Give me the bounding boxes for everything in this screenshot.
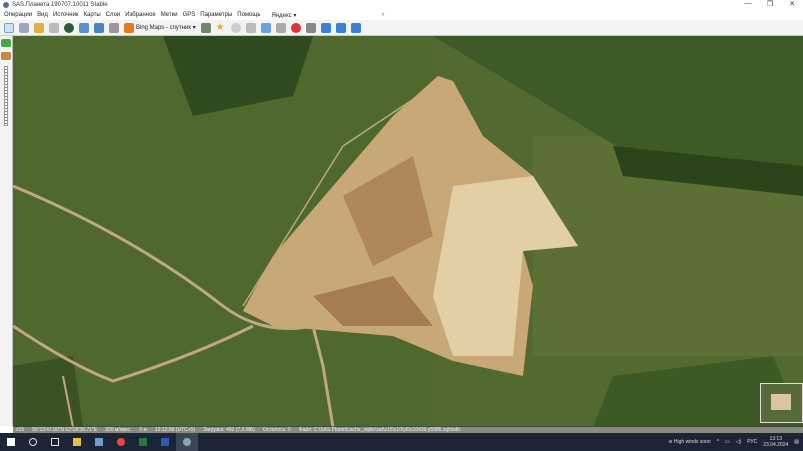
menu-maps[interactable]: Карты bbox=[84, 12, 101, 18]
map-source-dropdown[interactable]: Bing Maps - спутник ▾ bbox=[124, 22, 196, 33]
toolbar: Bing Maps - спутник ▾ ★ bbox=[0, 20, 803, 36]
menu-settings[interactable]: Параметры bbox=[200, 12, 232, 18]
app-icon bbox=[3, 2, 9, 8]
zoom-out-icon[interactable] bbox=[1, 52, 11, 60]
menu-source[interactable]: Источник bbox=[53, 12, 79, 18]
fullscreen-icon[interactable] bbox=[94, 22, 104, 33]
maximize-button[interactable]: ❐ bbox=[759, 0, 781, 8]
zoom-slider[interactable] bbox=[4, 66, 8, 126]
taskbar: ≋ High winds soon ^ ▭ ◁) РУС 13:13 23.04.… bbox=[0, 433, 803, 451]
gps-track-icon[interactable] bbox=[335, 22, 346, 33]
menu-operations[interactable]: Операции bbox=[4, 12, 32, 18]
explorer-button[interactable] bbox=[66, 433, 88, 451]
excel-icon bbox=[139, 438, 147, 446]
firefox-icon bbox=[117, 438, 125, 446]
folder-icon bbox=[73, 438, 81, 446]
minimap[interactable] bbox=[760, 383, 803, 423]
zoom-toolbar bbox=[0, 36, 13, 426]
gps-center-icon[interactable] bbox=[350, 22, 361, 33]
status-bar: z15 55°13'47.90"N 63°28'38.71"E 300 м/пи… bbox=[13, 426, 803, 433]
server-icon[interactable] bbox=[305, 22, 316, 33]
layers-icon[interactable] bbox=[109, 22, 119, 33]
app-icon bbox=[95, 438, 103, 446]
language-indicator[interactable]: РУС bbox=[747, 439, 757, 445]
zoom-level: z15 bbox=[16, 426, 25, 433]
task-view-button[interactable] bbox=[44, 433, 66, 451]
zoom-icon[interactable] bbox=[79, 22, 89, 33]
menu-marks[interactable]: Метки bbox=[161, 12, 178, 18]
gps-icon[interactable] bbox=[320, 22, 331, 33]
tile-path: Файл: C:\SAS.Planet\cache_sqlite\sat\z15… bbox=[298, 426, 461, 433]
sasplanet-icon bbox=[183, 438, 191, 446]
title-bar: SAS.Планета 190707.10011 Stable — ❐ ✕ bbox=[0, 0, 803, 10]
windows-icon bbox=[7, 438, 15, 446]
distance: 0 м bbox=[139, 426, 147, 433]
chevron-up-icon[interactable]: ^ bbox=[717, 439, 719, 445]
start-button[interactable] bbox=[0, 433, 22, 451]
stop-icon[interactable] bbox=[290, 22, 301, 33]
word-icon bbox=[161, 438, 169, 446]
zoom-in-icon[interactable] bbox=[1, 39, 11, 47]
menu-gps[interactable]: GPS bbox=[183, 12, 196, 18]
satellite-map[interactable] bbox=[13, 36, 803, 427]
select-tool-icon[interactable] bbox=[19, 22, 29, 33]
menu-bar: Операции Вид Источник Карты Слои Избранн… bbox=[0, 10, 803, 20]
window-title: SAS.Планета 190707.10011 Stable bbox=[12, 2, 108, 8]
word-button[interactable] bbox=[154, 433, 176, 451]
pointer-tool-icon[interactable] bbox=[4, 22, 14, 33]
app-button[interactable] bbox=[88, 433, 110, 451]
menu-favorites[interactable]: Избранное bbox=[125, 12, 155, 18]
menu-yandex[interactable]: Яндекс ▾ bbox=[271, 12, 296, 19]
sasplanet-button[interactable] bbox=[176, 433, 198, 451]
network-icon[interactable]: ▭ bbox=[725, 439, 730, 445]
pencil-icon[interactable] bbox=[34, 22, 44, 33]
close-button[interactable]: ✕ bbox=[781, 0, 803, 8]
menu-view[interactable]: Вид bbox=[37, 12, 48, 18]
globe-icon[interactable] bbox=[64, 22, 74, 33]
search-icon bbox=[29, 438, 37, 446]
system-tray: ≋ High winds soon ^ ▭ ◁) РУС 13:13 23.04.… bbox=[668, 433, 799, 451]
excel-button[interactable] bbox=[132, 433, 154, 451]
firefox-button[interactable] bbox=[110, 433, 132, 451]
clock[interactable]: 13:13 23.04.2024 bbox=[763, 436, 788, 448]
minimize-button[interactable]: — bbox=[737, 0, 759, 8]
path-icon[interactable] bbox=[245, 22, 256, 33]
menu-layers[interactable]: Слои bbox=[106, 12, 121, 18]
ruler-icon[interactable] bbox=[49, 22, 59, 33]
task-view-icon bbox=[51, 438, 59, 446]
loading: Загрузка: 492 (7,6 МБ) bbox=[203, 426, 255, 433]
remaining: Осталось: 0 bbox=[262, 426, 291, 433]
search-button[interactable] bbox=[22, 433, 44, 451]
overlay-icon[interactable] bbox=[200, 22, 211, 33]
time: 12:12:59 (UTC+5) bbox=[154, 426, 196, 433]
minimap-viewport bbox=[771, 394, 791, 410]
notifications-icon[interactable]: ▤ bbox=[794, 439, 799, 445]
coordinates: 55°13'47.90"N 63°28'38.71"E bbox=[32, 426, 98, 433]
volume-icon[interactable]: ◁) bbox=[736, 439, 742, 445]
bing-icon bbox=[124, 22, 134, 33]
scale: 300 м/пикс. bbox=[105, 426, 132, 433]
placemark-icon[interactable] bbox=[230, 22, 241, 33]
grid-icon[interactable] bbox=[275, 22, 286, 33]
weather-widget[interactable]: ≋ High winds soon bbox=[668, 439, 710, 445]
link-icon[interactable] bbox=[260, 22, 271, 33]
search-icon[interactable]: ⌕ bbox=[381, 12, 384, 19]
menu-help[interactable]: Помощь bbox=[237, 12, 260, 18]
star-icon[interactable]: ★ bbox=[216, 22, 226, 33]
satellite-imagery bbox=[13, 36, 803, 427]
